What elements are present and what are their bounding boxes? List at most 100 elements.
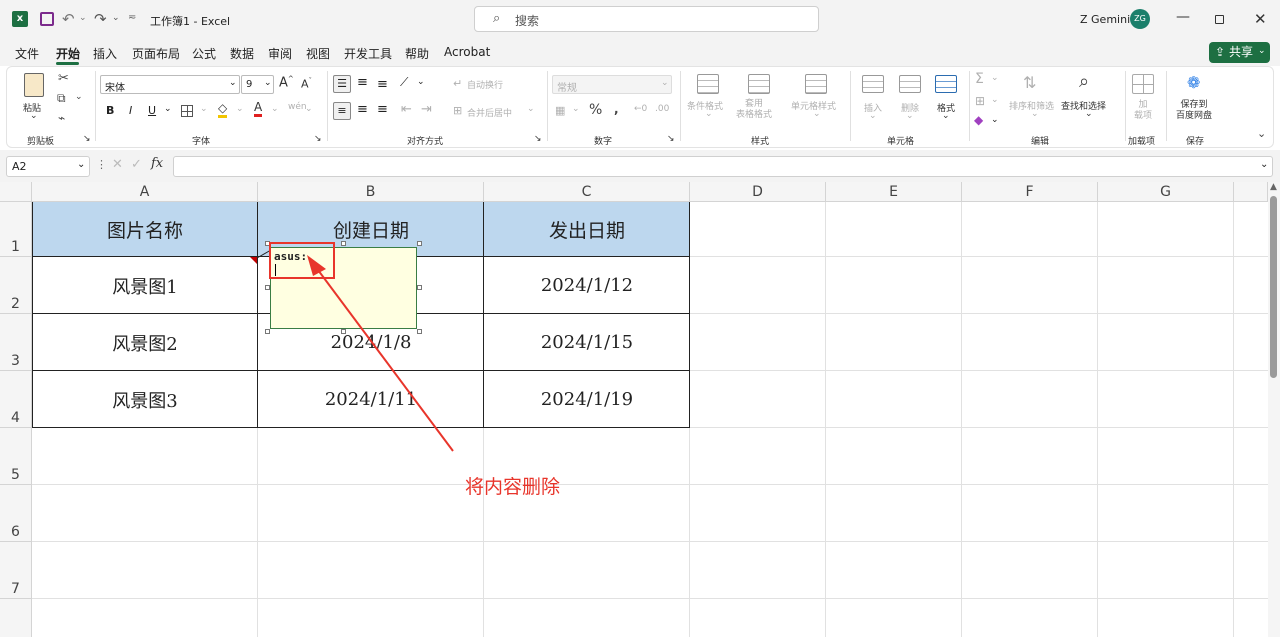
phonetic-icon[interactable]: wén [288, 102, 307, 112]
row-header-6[interactable]: 6 [0, 485, 32, 542]
increase-indent-icon[interactable]: ⇥ [421, 102, 432, 117]
collapse-ribbon-icon[interactable]: ⌄ [1257, 127, 1266, 140]
font-color-dropdown-icon[interactable]: ⌄ [271, 104, 279, 114]
tab-home[interactable]: 开始 [56, 45, 80, 62]
align-center-icon[interactable]: ≡ [357, 102, 368, 117]
fill-icon[interactable]: ⊞ [975, 94, 985, 108]
scrollbar-thumb[interactable] [1270, 196, 1277, 378]
copy-icon[interactable]: ⧉ [57, 91, 66, 106]
insert-cells-button[interactable]: 插入 ⌄ [855, 71, 891, 121]
italic-button[interactable]: I [129, 104, 132, 117]
wrap-text-label[interactable]: 自动换行 [467, 78, 503, 91]
row-header-7[interactable]: 7 [0, 542, 32, 599]
align-right-icon[interactable]: ≡ [377, 102, 388, 117]
alignment-launcher-icon[interactable]: ↘ [534, 134, 542, 144]
font-size-select[interactable]: 9 ⌄ [241, 75, 274, 94]
find-select-button[interactable]: ⌕ 查找和选择 ⌄ [1059, 71, 1117, 121]
tab-acrobat[interactable]: Acrobat [444, 45, 490, 59]
percent-icon[interactable]: % [589, 102, 602, 118]
restore-icon[interactable] [1215, 15, 1224, 24]
customize-qat-icon[interactable]: ≂ [128, 12, 136, 23]
tab-developer[interactable]: 开发工具 [344, 45, 392, 62]
close-icon[interactable]: ✕ [1254, 10, 1267, 28]
tab-insert[interactable]: 插入 [93, 45, 117, 62]
insert-function-icon[interactable]: fx [151, 156, 163, 171]
accounting-dropdown-icon[interactable]: ⌄ [572, 104, 580, 114]
increase-font-icon[interactable]: A^ [279, 75, 294, 90]
tab-page-layout[interactable]: 页面布局 [132, 45, 180, 62]
column-header-h[interactable] [1234, 182, 1268, 202]
autosum-dropdown-icon[interactable]: ⌄ [991, 73, 999, 83]
tab-formulas[interactable]: 公式 [192, 45, 216, 62]
copy-dropdown-icon[interactable]: ⌄ [75, 92, 83, 102]
fill-dropdown-icon[interactable]: ⌄ [991, 95, 999, 105]
fill-color-dropdown-icon[interactable]: ⌄ [236, 104, 244, 114]
underline-button[interactable]: U [148, 104, 156, 117]
align-middle-icon[interactable]: ≡ [357, 75, 368, 90]
name-box[interactable]: A2 ⌄ [6, 156, 90, 177]
font-color-icon[interactable]: A [254, 101, 263, 117]
align-bottom-icon[interactable]: ≡ [377, 77, 388, 92]
fill-color-icon[interactable]: ◇ [218, 102, 228, 118]
scroll-up-icon[interactable]: ▲ [1270, 182, 1277, 192]
decrease-decimal-icon[interactable]: .00 [655, 104, 669, 114]
search-box[interactable]: ⌕ 搜索 [474, 6, 819, 32]
number-format-select[interactable]: 常规 ⌄ [552, 75, 672, 94]
formula-input[interactable]: ⌄ [173, 156, 1273, 177]
merge-center-icon[interactable]: ⊞ [453, 104, 462, 117]
tab-help[interactable]: 帮助 [405, 45, 429, 62]
phonetic-dropdown-icon[interactable]: ⌄ [305, 104, 313, 114]
undo-dropdown-icon[interactable]: ⌄ [79, 13, 87, 23]
merge-dropdown-icon[interactable]: ⌄ [527, 104, 535, 114]
tab-view[interactable]: 视图 [306, 45, 330, 62]
clipboard-launcher-icon[interactable]: ↘ [83, 134, 91, 144]
column-header-d[interactable]: D [690, 182, 826, 202]
cancel-icon[interactable]: ✕ [112, 157, 123, 172]
redo-icon[interactable]: ↷ [94, 10, 107, 28]
font-name-select[interactable]: 宋体 ⌄ [100, 75, 240, 94]
tab-review[interactable]: 审阅 [268, 45, 292, 62]
minimize-icon[interactable]: — [1176, 9, 1190, 25]
sort-filter-button[interactable]: ⇅ 排序和筛选 ⌄ [1005, 71, 1061, 121]
align-top-icon[interactable]: ☰ [333, 75, 351, 93]
decrease-indent-icon[interactable]: ⇤ [401, 102, 412, 117]
avatar[interactable]: ZG [1130, 9, 1150, 29]
paste-button[interactable]: 粘贴 ⌄ [19, 71, 49, 121]
formula-bar-options-icon[interactable]: ⋮ [96, 158, 107, 171]
cut-icon[interactable]: ✂ [58, 71, 69, 86]
column-header-f[interactable]: F [962, 182, 1098, 202]
enter-icon[interactable]: ✓ [131, 157, 142, 172]
orientation-dropdown-icon[interactable]: ⌄ [417, 77, 425, 87]
merge-center-label[interactable]: 合并后居中 [467, 106, 512, 119]
conditional-format-button[interactable]: 条件格式 ⌄ [685, 71, 733, 121]
clear-dropdown-icon[interactable]: ⌄ [991, 115, 999, 125]
number-launcher-icon[interactable]: ↘ [667, 134, 675, 144]
format-cells-button[interactable]: 格式 ⌄ [928, 71, 964, 121]
column-header-g[interactable]: G [1098, 182, 1234, 202]
save-icon[interactable] [40, 12, 54, 26]
format-painter-icon[interactable]: ⌁ [58, 111, 65, 125]
accounting-format-icon[interactable]: ▦ [555, 104, 565, 117]
undo-icon[interactable]: ↶ [62, 10, 75, 28]
wrap-text-icon[interactable]: ↵ [453, 77, 462, 90]
delete-cells-button[interactable]: 删除 ⌄ [892, 71, 928, 121]
underline-dropdown-icon[interactable]: ⌄ [164, 104, 172, 114]
font-launcher-icon[interactable]: ↘ [314, 134, 322, 144]
cell-styles-button[interactable]: 单元格样式 ⌄ [789, 71, 845, 121]
bold-button[interactable]: B [106, 104, 114, 117]
decrease-font-icon[interactable]: Aˇ [301, 77, 312, 91]
save-to-baidu-button[interactable]: ❁ 保存到 百度网盘 [1171, 71, 1223, 127]
autosum-icon[interactable]: Σ [975, 71, 984, 87]
increase-decimal-icon[interactable]: ←0 [634, 104, 647, 114]
vertical-scrollbar[interactable]: ▲ [1268, 182, 1280, 637]
clear-icon[interactable]: ◆ [974, 113, 983, 127]
comma-style-icon[interactable]: , [614, 102, 619, 116]
orientation-icon[interactable]: ⟋ [400, 75, 408, 90]
align-left-icon[interactable]: ≡ [333, 102, 351, 120]
column-header-e[interactable]: E [826, 182, 962, 202]
tab-file[interactable]: 文件 [15, 45, 39, 62]
row-header-8[interactable] [0, 599, 32, 637]
format-as-table-button[interactable]: 套用 表格格式 [734, 71, 786, 131]
redo-dropdown-icon[interactable]: ⌄ [112, 13, 120, 23]
share-button[interactable]: ⇪ 共享 ⌄ [1209, 42, 1270, 63]
